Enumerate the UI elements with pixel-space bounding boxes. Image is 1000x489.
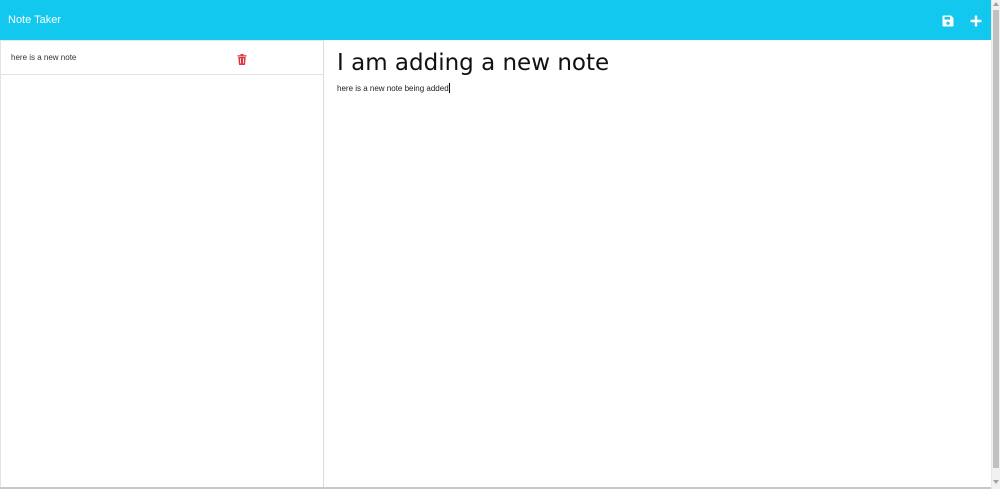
save-icon: [942, 15, 953, 26]
scroll-thumb[interactable]: [993, 10, 999, 468]
list-item[interactable]: here is a new note: [1, 40, 323, 75]
navbar-actions: [940, 12, 983, 28]
note-list: here is a new note: [1, 40, 323, 75]
page-scrollbar[interactable]: [991, 0, 1000, 489]
scroll-up-arrow-icon[interactable]: [993, 2, 999, 6]
app-window: Note Taker here is a new note I am addin…: [0, 0, 991, 489]
note-editor: here is a new note being added: [324, 40, 991, 489]
note-text-area[interactable]: here is a new note being added: [337, 83, 977, 463]
delete-note-button[interactable]: [237, 52, 247, 65]
trash-icon: [237, 54, 247, 65]
note-body-text: here is a new note being added: [337, 84, 449, 93]
page: Note Taker here is a new note I am addin…: [0, 0, 1000, 489]
app-brand[interactable]: Note Taker: [8, 0, 61, 40]
scroll-down-arrow-icon[interactable]: [993, 480, 999, 484]
note-item-title: here is a new note: [11, 53, 77, 62]
new-note-button[interactable]: [968, 13, 983, 28]
text-cursor: [448, 83, 450, 93]
navbar: Note Taker: [0, 0, 991, 40]
plus-icon: [970, 15, 981, 26]
notes-sidebar: here is a new note: [0, 40, 324, 489]
save-note-button[interactable]: [940, 13, 955, 28]
note-title-input[interactable]: [337, 48, 977, 78]
